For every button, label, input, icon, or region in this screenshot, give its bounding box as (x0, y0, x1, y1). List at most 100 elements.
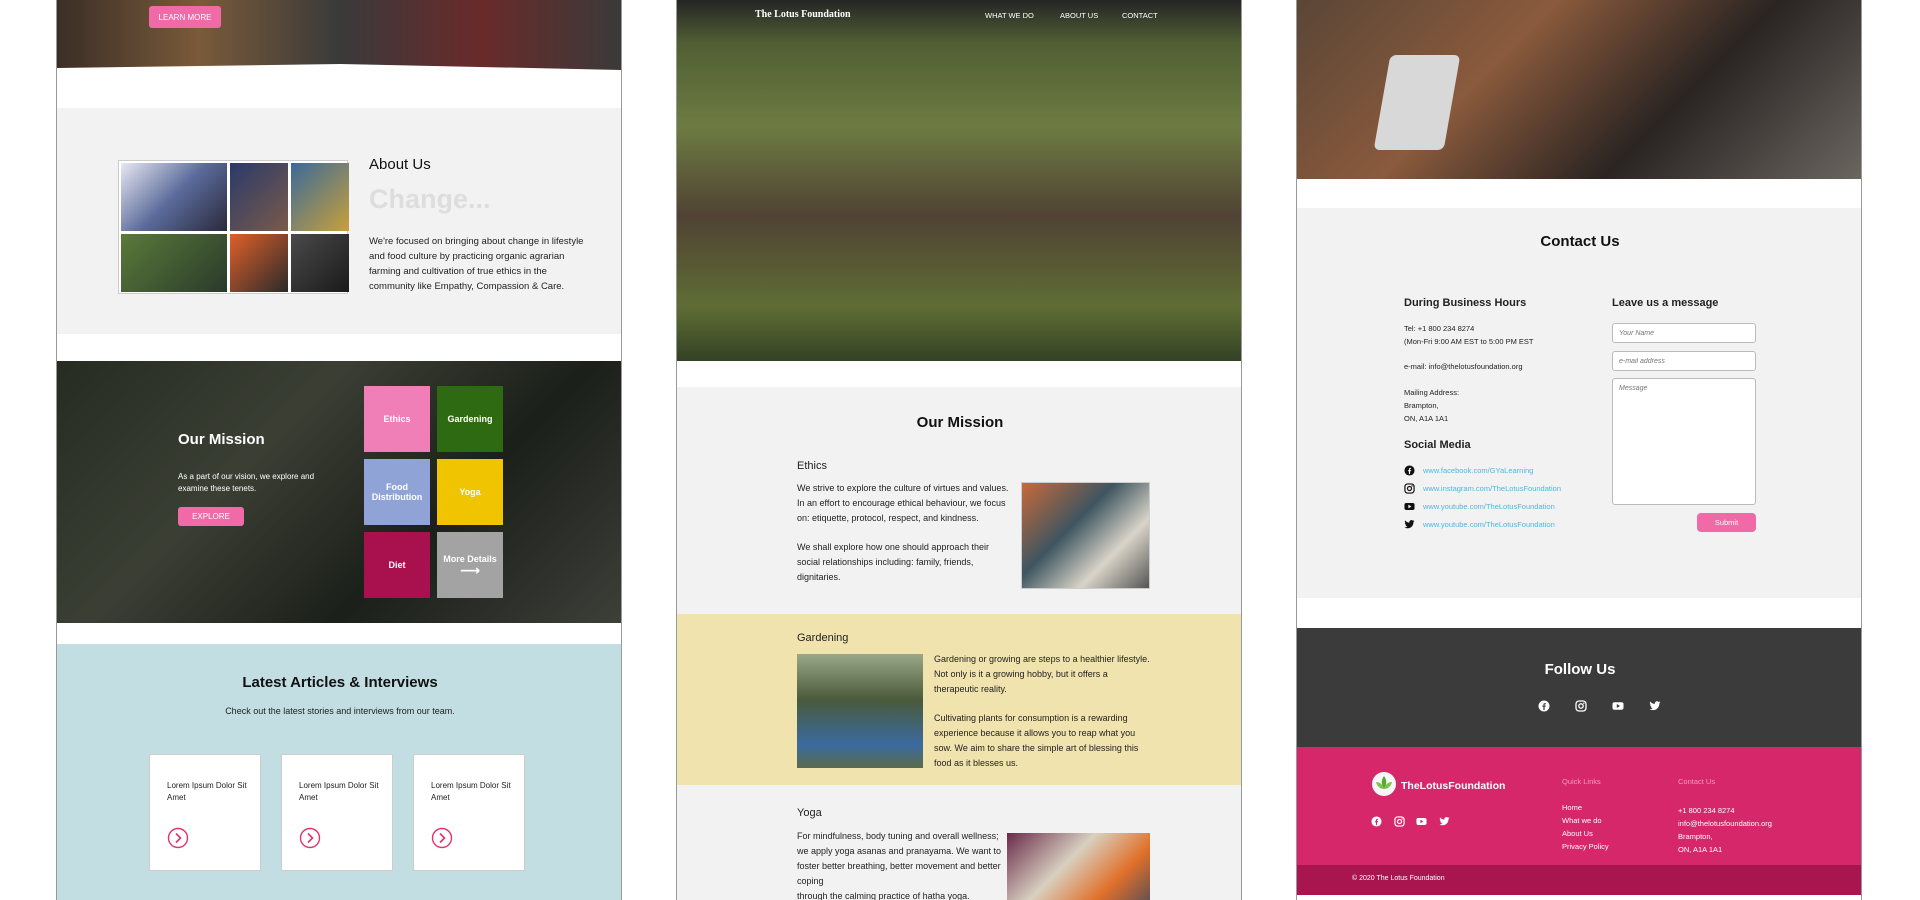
social-link-facebook[interactable]: www.facebook.com/GYaLearning (1404, 464, 1533, 476)
tile-diet[interactable]: Diet (364, 532, 430, 598)
form-title: Leave us a message (1612, 297, 1719, 309)
message-textarea[interactable] (1612, 378, 1756, 505)
collage-photo (291, 234, 349, 292)
contact-panel: Contact Us During Business Hours Tel: +1… (1296, 0, 1862, 900)
mission-title: Our Mission (916, 414, 1004, 431)
about-body: We're focused on bringing about change i… (369, 236, 584, 292)
quick-link-about-us[interactable]: About Us (1562, 829, 1593, 838)
mission-section: Our Mission As a part of our vision, we … (57, 361, 621, 623)
facebook-icon[interactable] (1538, 700, 1550, 712)
gardening-photo (797, 654, 923, 768)
collage-photo (230, 163, 288, 231)
hero-image (1297, 0, 1861, 179)
contact-title: Contact Us (1540, 233, 1620, 250)
social-link-twitter[interactable]: www.youtube.com/TheLotusFoundation (1404, 518, 1555, 530)
gardening-title: Gardening (797, 632, 849, 644)
article-card[interactable]: Lorem Ipsum Dolor Sit Amet (413, 754, 525, 871)
email-input[interactable] (1612, 351, 1756, 371)
gardening-text-1: Gardening or growing are steps to a heal… (934, 654, 1150, 694)
instagram-icon[interactable] (1575, 700, 1587, 712)
about-collage (118, 160, 349, 294)
quick-link-what-we-do[interactable]: What we do (1562, 816, 1602, 825)
submit-button[interactable]: Submit (1697, 513, 1756, 532)
mission-tiles-grid: Ethics Gardening Food Distribution Yoga … (364, 386, 503, 598)
hours-title: During Business Hours (1404, 297, 1527, 309)
quick-link-privacy[interactable]: Privacy Policy (1562, 842, 1609, 851)
social-link-youtube[interactable]: www.youtube.com/TheLotusFoundation (1404, 500, 1555, 512)
about-title: About Us (369, 156, 431, 173)
tile-yoga[interactable]: Yoga (437, 459, 503, 525)
contact-email: e-mail: info@thelotusfoundation.org (1404, 362, 1523, 371)
youtube-icon[interactable] (1416, 816, 1427, 827)
youtube-icon[interactable] (1612, 700, 1624, 712)
mailing-province: ON, A1A 1A1 (1404, 414, 1449, 423)
articles-section: Latest Articles & Interviews Check out t… (57, 644, 621, 900)
footer-brand[interactable]: TheLotusFoundation (1401, 780, 1505, 792)
article-card-title: Lorem Ipsum Dolor Sit Amet (299, 781, 379, 802)
ethics-text-2: We shall explore how one should approach… (797, 542, 989, 582)
facebook-icon[interactable] (1371, 816, 1382, 827)
youtube-icon (1404, 502, 1415, 510)
site-brand[interactable]: The Lotus Foundation (755, 9, 851, 20)
tile-ethics[interactable]: Ethics (364, 386, 430, 452)
yoga-text-1: For mindfulness, body tuning and overall… (797, 831, 1001, 886)
lotus-logo-icon[interactable] (1371, 771, 1397, 797)
yoga-section: Yoga For mindfulness, body tuning and ov… (677, 785, 1241, 900)
instagram-icon[interactable] (1394, 816, 1405, 827)
ethics-photo (1021, 482, 1150, 589)
nav-what-we-do[interactable]: WHAT WE DO (985, 11, 1034, 20)
footer-email[interactable]: info@thelotusfoundation.org (1678, 819, 1772, 828)
nav-contact[interactable]: CONTACT (1122, 11, 1158, 20)
twitter-icon (1404, 519, 1415, 528)
mailing-label: Mailing Address: (1404, 388, 1460, 397)
quick-link-home[interactable]: Home (1562, 803, 1582, 812)
hero-wave-divider (57, 64, 621, 80)
article-card[interactable]: Lorem Ipsum Dolor Sit Amet (281, 754, 393, 871)
contact-tel: Tel: +1 800 234 8274 (1404, 324, 1475, 333)
twitter-icon[interactable] (1439, 816, 1450, 827)
article-card[interactable]: Lorem Ipsum Dolor Sit Amet (149, 754, 261, 871)
name-input[interactable] (1612, 323, 1756, 343)
contact-hours: (Mon-Fri 9:00 AM EST to 5:00 PM EST (1404, 337, 1534, 346)
explore-button[interactable]: EXPLORE (178, 507, 244, 526)
arrow-circle-icon[interactable] (299, 827, 321, 849)
tile-food-distribution[interactable]: Food Distribution (364, 459, 430, 525)
follow-section: Follow Us (1297, 628, 1861, 747)
facebook-icon (1404, 464, 1415, 476)
articles-title: Latest Articles & Interviews (242, 674, 438, 691)
footer: TheLotusFoundation Quick Links Home What… (1297, 747, 1861, 865)
footer-province: ON, A1A 1A1 (1678, 845, 1723, 854)
homepage-panel: LEARN MORE About Us Change... We're focu… (56, 0, 622, 900)
articles-subtitle: Check out the latest stories and intervi… (225, 706, 455, 716)
twitter-icon[interactable] (1649, 700, 1661, 712)
mission-overlay (57, 361, 621, 623)
hero-overlay (677, 0, 1241, 361)
article-card-title: Lorem Ipsum Dolor Sit Amet (431, 781, 511, 802)
nav-about-us[interactable]: ABOUT US (1060, 11, 1098, 20)
tile-more-details[interactable]: More Details ⟶ (437, 532, 503, 598)
quick-links-title: Quick Links (1562, 777, 1601, 786)
gardening-section: Gardening Gardening or growing are steps… (677, 614, 1241, 785)
mailing-city: Brampton, (1404, 401, 1439, 410)
tile-gardening[interactable]: Gardening (437, 386, 503, 452)
collage-photo (121, 163, 227, 231)
article-card-title: Lorem Ipsum Dolor Sit Amet (167, 781, 247, 802)
arrow-circle-icon[interactable] (431, 827, 453, 849)
footer-phone: +1 800 234 8274 (1678, 806, 1735, 815)
mission-section: Our Mission Ethics We strive to explore … (677, 387, 1241, 614)
footer-contact-title: Contact Us (1678, 777, 1716, 786)
about-subtitle: Change... (369, 184, 491, 214)
social-title: Social Media (1404, 439, 1471, 451)
hero-image: The Lotus Foundation WHAT WE DO ABOUT US… (677, 0, 1241, 361)
social-link-instagram[interactable]: www.instagram.com/TheLotusFoundation (1404, 482, 1561, 494)
yoga-photo (1007, 833, 1150, 900)
mission-title: Our Mission (178, 431, 265, 448)
yoga-title: Yoga (797, 807, 822, 819)
collage-photo (291, 163, 349, 231)
learn-more-button[interactable]: LEARN MORE (149, 6, 221, 28)
what-we-do-panel: The Lotus Foundation WHAT WE DO ABOUT US… (676, 0, 1242, 900)
follow-title: Follow Us (1544, 661, 1616, 678)
arrow-circle-icon[interactable] (167, 827, 189, 849)
chair-shape (1373, 55, 1461, 150)
mission-text: As a part of our vision, we explore and … (178, 472, 315, 493)
